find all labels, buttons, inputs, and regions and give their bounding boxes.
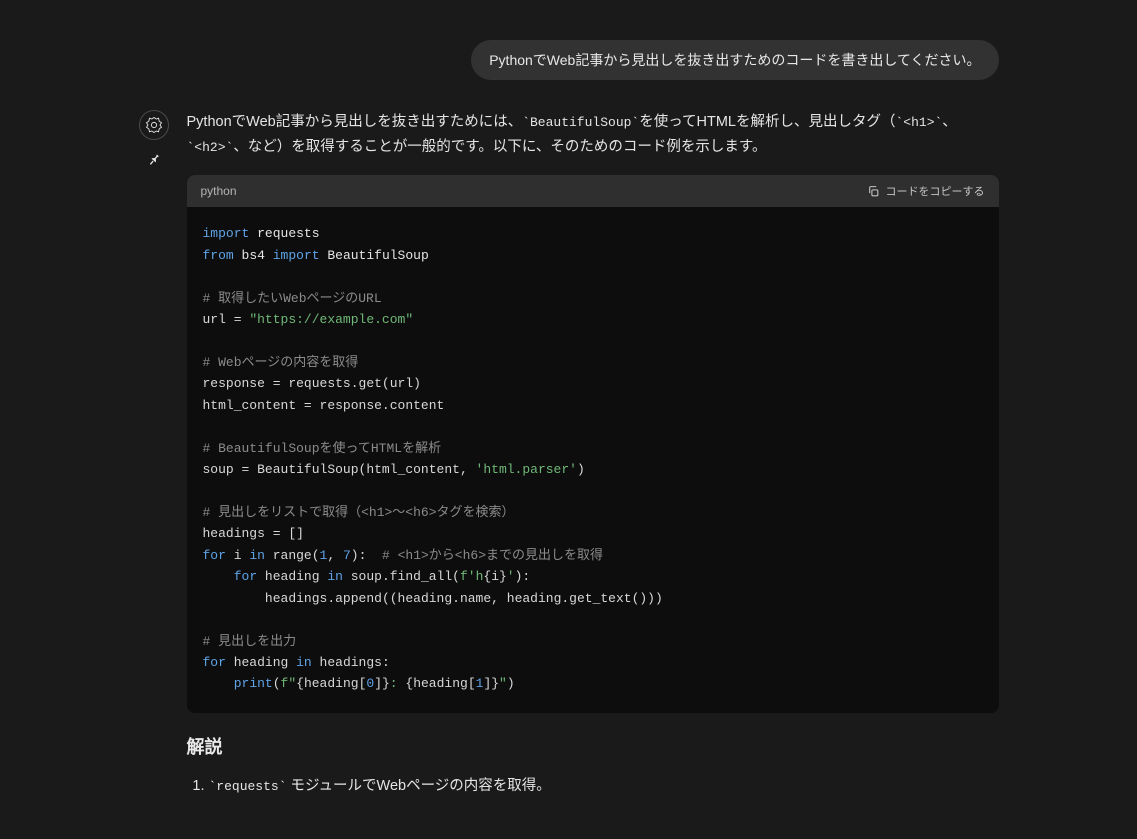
tok: (	[273, 676, 281, 691]
assistant-intro: PythonでWeb記事から見出しを抜き出すためには、`BeautifulSou…	[187, 110, 999, 159]
tok: {heading[	[405, 676, 475, 691]
tok: response = requests.get(url)	[203, 376, 421, 391]
tok-kw: for	[234, 569, 257, 584]
tok-str: "	[499, 676, 507, 691]
tok-comment: # Webページの内容を取得	[203, 355, 359, 370]
assistant-row: PythonでWeb記事から見出しを抜き出すためには、`BeautifulSou…	[139, 110, 999, 799]
intro-code-h1: `<h1>`	[895, 115, 942, 130]
tok: i	[226, 548, 249, 563]
intro-text-part: を使ってHTMLを解析し、見出しタグ（	[639, 114, 895, 130]
tok: ,	[327, 548, 343, 563]
tok-comment: # 見出しを出力	[203, 634, 297, 649]
copy-icon	[867, 185, 880, 198]
tok	[203, 569, 234, 584]
tok-num: 7	[343, 548, 351, 563]
tok: bs4	[234, 248, 273, 263]
intro-text-part: PythonでWeb記事から見出しを抜き出すためには、	[187, 114, 523, 130]
copy-code-button[interactable]: コードをコピーする	[867, 183, 985, 199]
tok	[203, 591, 265, 606]
tok	[203, 676, 234, 691]
explain-code: `requests`	[209, 779, 287, 794]
tok: heading	[226, 655, 296, 670]
tok-comment: # <h1>から<h6>までの見出しを取得	[382, 548, 603, 563]
tok-kw: print	[234, 676, 273, 691]
tok-kw: in	[327, 569, 343, 584]
tok: {i}	[483, 569, 506, 584]
tok-comment: # BeautifulSoupを使ってHTMLを解析	[203, 441, 442, 456]
tok: heading	[257, 569, 327, 584]
tok: soup = BeautifulSoup(html_content,	[203, 462, 476, 477]
tok: headings:	[312, 655, 390, 670]
tok-comment: # 見出しをリストで取得（<h1>〜<h6>タグを検索）	[203, 505, 515, 520]
tok: )	[577, 462, 585, 477]
tok: )	[507, 676, 515, 691]
avatar-column	[139, 110, 169, 799]
tok: html_content = response.content	[203, 398, 445, 413]
tok-str: '	[507, 569, 515, 584]
intro-text-part: 、など）を取得することが一般的です。以下に、そのためのコード例を示します。	[233, 139, 766, 155]
tok: headings.append((heading.name, heading.g…	[265, 591, 663, 606]
tok: range(	[265, 548, 320, 563]
assistant-content: PythonでWeb記事から見出しを抜き出すためには、`BeautifulSou…	[187, 110, 999, 799]
tok: soup.find_all(	[343, 569, 460, 584]
tok: ]}	[374, 676, 390, 691]
tok-kw: from	[203, 248, 234, 263]
code-header: python コードをコピーする	[187, 175, 999, 207]
intro-text-part: 、	[942, 114, 957, 130]
tok-kw: in	[296, 655, 312, 670]
tok-str: f"	[281, 676, 297, 691]
intro-code-h2: `<h2>`	[187, 140, 234, 155]
tok-kw: for	[203, 655, 226, 670]
tok: ):	[515, 569, 531, 584]
tok-str: 'html.parser'	[476, 462, 577, 477]
user-message-row: PythonでWeb記事から見出しを抜き出すためのコードを書き出してください。	[139, 40, 999, 80]
code-block: python コードをコピーする import requests from bs…	[187, 175, 999, 713]
tok: ]}	[483, 676, 499, 691]
intro-code-lib: `BeautifulSoup`	[522, 115, 639, 130]
tok-kw: in	[249, 548, 265, 563]
explain-item-1: `requests` モジュールでWebページの内容を取得。	[209, 773, 999, 799]
tok: headings = []	[203, 526, 304, 541]
tok: url =	[203, 312, 250, 327]
tok-comment: # 取得したいWebページのURL	[203, 291, 382, 306]
tok-str: "https://example.com"	[249, 312, 413, 327]
explain-text: モジュールでWebページの内容を取得。	[287, 778, 551, 794]
copy-label: コードをコピーする	[886, 183, 985, 199]
code-body[interactable]: import requests from bs4 import Beautifu…	[187, 207, 999, 713]
assistant-avatar	[139, 110, 169, 140]
explain-list: `requests` モジュールでWebページの内容を取得。	[187, 773, 999, 799]
pin-icon[interactable]	[146, 152, 162, 171]
tok-str: f'h	[460, 569, 483, 584]
tok-str: :	[390, 676, 406, 691]
openai-icon	[145, 116, 163, 134]
explain-heading: 解説	[187, 733, 999, 759]
tok: ):	[351, 548, 382, 563]
tok: BeautifulSoup	[320, 248, 429, 263]
tok-kw: import	[203, 226, 250, 241]
tok: {heading[	[296, 676, 366, 691]
user-message: PythonでWeb記事から見出しを抜き出すためのコードを書き出してください。	[471, 40, 998, 80]
tok-kw: import	[273, 248, 320, 263]
tok-kw: for	[203, 548, 226, 563]
code-lang-label: python	[201, 184, 237, 198]
tok: requests	[249, 226, 319, 241]
